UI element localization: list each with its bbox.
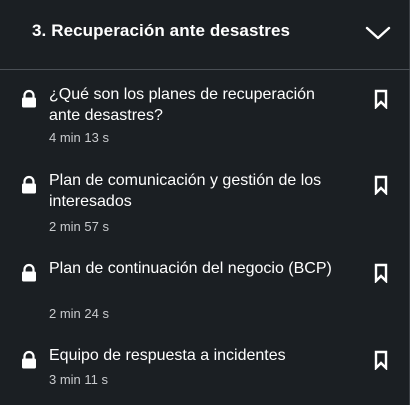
lesson-item[interactable]: Plan de continuación del negocio (BCP) 2…	[0, 258, 410, 324]
chevron-down-icon[interactable]	[364, 24, 392, 42]
lesson-title: Plan de comunicación y gestión de los in…	[49, 172, 322, 210]
section-title: 3. Recuperación ante desastres	[32, 21, 291, 40]
lesson-title: Equipo de respuesta a incidentes	[49, 347, 286, 364]
lesson-duration: 3 min 11 s	[49, 372, 109, 387]
lesson-item[interactable]: Plan de comunicación y gestión de los in…	[0, 170, 410, 236]
lock-icon	[22, 263, 36, 282]
course-section-panel: 3. Recuperación ante desastres ¿Qué son …	[0, 0, 410, 405]
lesson-duration: 2 min 24 s	[49, 306, 109, 321]
section-header[interactable]: 3. Recuperación ante desastres	[0, 0, 410, 70]
lesson-duration: 4 min 13 s	[49, 130, 109, 145]
lesson-item[interactable]: ¿Qué son los planes de recuperación ante…	[0, 84, 410, 148]
lesson-item[interactable]: Equipo de respuesta a incidentes 3 min 1…	[0, 345, 410, 389]
lock-icon	[22, 89, 36, 108]
bookmark-icon[interactable]	[373, 263, 389, 283]
lesson-duration: 2 min 57 s	[49, 219, 109, 234]
bookmark-icon[interactable]	[373, 89, 389, 109]
lesson-title: Plan de continuación del negocio (BCP)	[49, 260, 332, 277]
lock-icon	[22, 175, 36, 194]
lesson-title: ¿Qué son los planes de recuperación ante…	[49, 86, 315, 124]
lock-icon	[22, 350, 36, 369]
bookmark-icon[interactable]	[373, 175, 389, 195]
bookmark-icon[interactable]	[373, 350, 389, 370]
